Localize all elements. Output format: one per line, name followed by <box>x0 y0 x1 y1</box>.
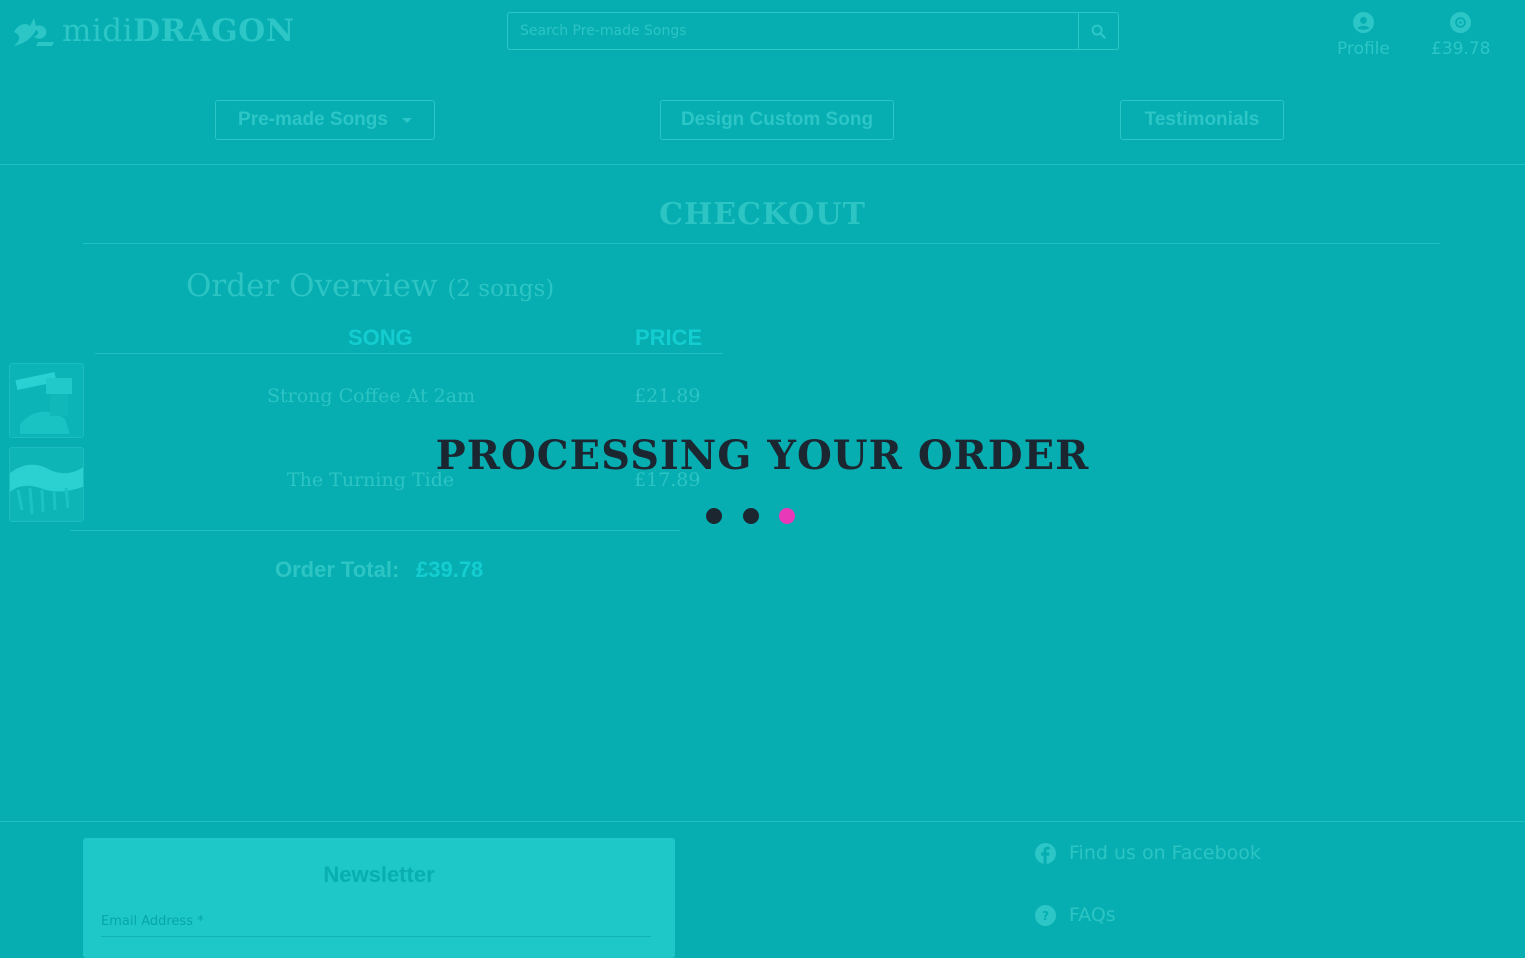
page-title: CHECKOUT <box>659 197 866 232</box>
search-input[interactable] <box>507 12 1079 50</box>
logo-text: midiDRAGON <box>62 13 295 49</box>
processing-message: PROCESSING YOUR ORDER <box>435 432 1090 479</box>
search-button[interactable] <box>1078 12 1119 50</box>
premade-songs-label: Pre-made Songs <box>238 109 388 130</box>
order-total-value: £39.78 <box>416 557 484 582</box>
facebook-icon <box>1035 842 1056 864</box>
profile-label: Profile <box>1337 39 1390 59</box>
loading-dot <box>779 508 795 524</box>
cart-disc-icon <box>1450 12 1472 33</box>
album-art-image <box>10 364 83 437</box>
cart-link[interactable]: £39.78 <box>1431 12 1490 59</box>
song-price: £21.89 <box>634 385 701 407</box>
required-marker: * <box>197 914 204 929</box>
caret-down-icon <box>401 117 412 123</box>
testimonials-label: Testimonials <box>1144 109 1260 130</box>
column-header-song: SONG <box>348 325 413 350</box>
header-divider <box>0 164 1525 165</box>
song-name: Strong Coffee At 2am <box>267 385 476 407</box>
faqs-label: FAQs <box>1069 904 1116 926</box>
email-field-label: Email Address * <box>101 914 204 929</box>
facebook-link[interactable]: Find us on Facebook <box>1035 842 1261 864</box>
dragon-logo-icon <box>14 18 54 46</box>
testimonials-button[interactable]: Testimonials <box>1120 100 1284 140</box>
loading-dot <box>743 508 759 524</box>
design-custom-song-button[interactable]: Design Custom Song <box>660 100 894 140</box>
footer-divider <box>0 821 1525 822</box>
profile-link[interactable]: Profile <box>1337 12 1390 59</box>
question-circle-icon: ? <box>1035 904 1056 926</box>
search-icon <box>1091 24 1106 39</box>
design-custom-song-label: Design Custom Song <box>680 109 874 130</box>
premade-songs-dropdown[interactable]: Pre-made Songs <box>215 100 435 140</box>
newsletter-panel: Newsletter Email Address * <box>83 838 675 958</box>
search-bar <box>507 12 1119 50</box>
svg-text:?: ? <box>1042 908 1049 923</box>
order-total-label: Order Total: <box>275 557 400 582</box>
order-overview-heading: Order Overview (2 songs) <box>186 268 554 304</box>
facebook-label: Find us on Facebook <box>1069 842 1261 864</box>
order-overview-title: Order Overview <box>186 268 438 304</box>
table-bottom-divider <box>70 530 680 531</box>
column-header-price: PRICE <box>635 325 703 350</box>
song-thumbnail <box>9 363 84 438</box>
faqs-link[interactable]: ? FAQs <box>1035 904 1116 926</box>
user-circle-icon <box>1352 12 1374 33</box>
title-divider <box>83 243 1440 244</box>
song-count: (2 songs) <box>447 276 555 302</box>
loading-dot <box>706 508 722 524</box>
newsletter-title: Newsletter <box>323 862 435 887</box>
table-header-divider <box>95 353 723 354</box>
email-label-text: Email Address <box>101 914 193 929</box>
site-logo[interactable]: midiDRAGON <box>12 13 295 49</box>
cart-total: £39.78 <box>1431 39 1491 59</box>
